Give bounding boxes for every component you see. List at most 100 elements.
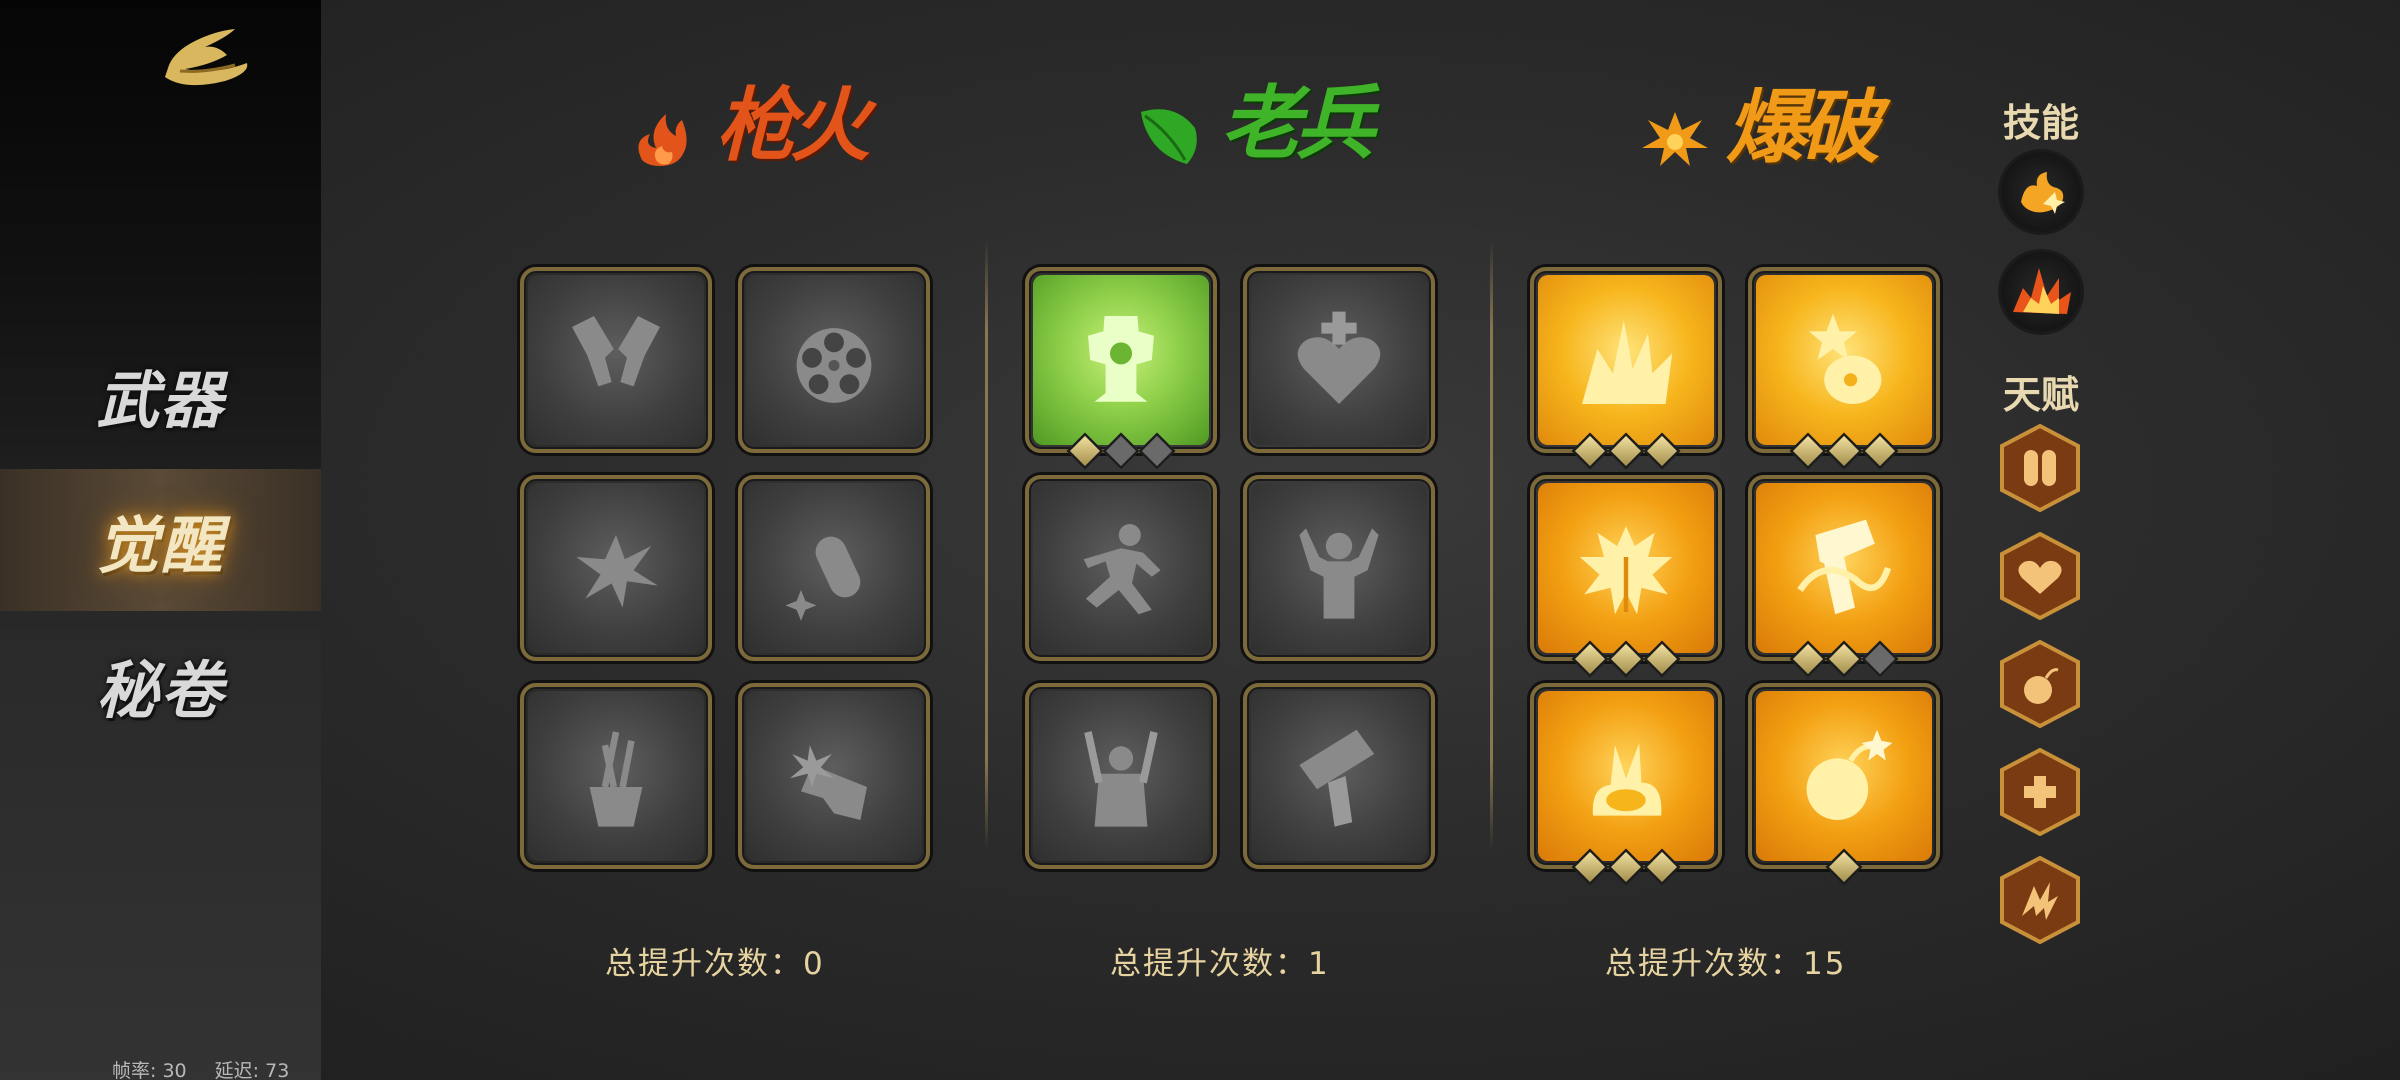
skill-card-demolition-4[interactable] bbox=[1748, 475, 1940, 678]
heart-badge-icon bbox=[2000, 531, 2080, 621]
talent-slot-5[interactable] bbox=[2000, 855, 2080, 945]
class-title-demolition: 爆破 bbox=[1726, 80, 1880, 174]
pip-filled bbox=[1861, 432, 1899, 470]
nav-item-label: 武器 bbox=[96, 364, 225, 437]
blade-soldier-icon bbox=[1084, 731, 1158, 827]
fps-readout: 帧率: 30 bbox=[112, 1060, 187, 1080]
skill-slot-1[interactable] bbox=[2001, 152, 2081, 232]
class-header-veteran: 老兵 bbox=[1135, 76, 1375, 170]
class-header-demolition: 爆破 bbox=[1640, 80, 1880, 174]
pip-filled bbox=[1607, 848, 1645, 886]
skill-card-veteran-2[interactable] bbox=[1243, 267, 1435, 453]
skill-card-demolition-2[interactable] bbox=[1748, 267, 1940, 470]
column-divider bbox=[1490, 240, 1493, 850]
latency-readout: 延迟: 73 bbox=[214, 1060, 290, 1080]
skill-card-gunfire-6[interactable] bbox=[738, 683, 930, 869]
skills-heading: 技能 bbox=[2002, 101, 2079, 145]
skill-card-veteran-5[interactable] bbox=[1025, 683, 1217, 869]
pip-filled bbox=[1643, 640, 1681, 678]
rocket-launcher-icon bbox=[1299, 729, 1375, 827]
big-explosion-icon bbox=[1582, 320, 1673, 404]
pip-filled bbox=[1571, 848, 1609, 886]
pip-filled bbox=[1066, 432, 1104, 470]
flame-icon bbox=[638, 114, 687, 166]
talent-slot-1[interactable] bbox=[2000, 423, 2080, 513]
pip-filled bbox=[1571, 432, 1609, 470]
upgrade-pips bbox=[1534, 640, 1718, 678]
shotgun-blast-icon bbox=[790, 745, 867, 820]
pip-filled bbox=[1825, 640, 1863, 678]
pip-empty bbox=[1102, 432, 1140, 470]
pip-filled bbox=[1643, 432, 1681, 470]
head-explosion-icon bbox=[1579, 526, 1673, 615]
bullet-burst-icon bbox=[576, 535, 658, 608]
heart-cross-icon bbox=[1297, 311, 1381, 404]
skill-card-demolition-3[interactable] bbox=[1530, 475, 1722, 678]
dual-pistols-icon bbox=[572, 316, 660, 387]
pip-filled bbox=[1571, 640, 1609, 678]
upgrade-pips bbox=[1029, 432, 1213, 470]
skill-slot-2[interactable] bbox=[2001, 252, 2081, 332]
enraged-soldier-icon bbox=[1299, 528, 1379, 619]
lightning-icon bbox=[2000, 855, 2080, 945]
skill-card-demolition-1[interactable] bbox=[1530, 267, 1722, 470]
pip-filled bbox=[1789, 640, 1827, 678]
class-title-veteran: 老兵 bbox=[1221, 76, 1375, 170]
upgrade-pips bbox=[1752, 848, 1936, 886]
pip-filled bbox=[1607, 640, 1645, 678]
skill-card-gunfire-4[interactable] bbox=[738, 475, 930, 661]
explosion-icon bbox=[1642, 112, 1708, 166]
column-divider bbox=[985, 240, 988, 850]
armor-figure-icon bbox=[1088, 316, 1154, 402]
sprinting-soldier-icon bbox=[1083, 524, 1161, 615]
total-upgrades-veteran: 总提升次数：1 bbox=[1110, 946, 1330, 982]
fire-explosion-icon bbox=[2013, 268, 2071, 314]
nav-item-label: 秘卷 bbox=[96, 654, 225, 727]
bullet-sparkle-icon bbox=[785, 536, 861, 621]
bomb-spark-icon bbox=[1806, 729, 1893, 820]
skill-card-gunfire-5[interactable] bbox=[520, 683, 712, 869]
nav-item-awaken[interactable]: 觉醒 bbox=[0, 469, 321, 611]
detonator-gun-icon bbox=[1797, 519, 1892, 615]
nav-item-label: 觉醒 bbox=[96, 509, 225, 582]
skill-card-gunfire-1[interactable] bbox=[520, 267, 712, 453]
skill-card-veteran-6[interactable] bbox=[1243, 683, 1435, 869]
upgrade-pips bbox=[1752, 432, 1936, 470]
grenade-star-icon bbox=[1808, 313, 1882, 404]
class-title-gunfire: 枪火 bbox=[716, 78, 870, 172]
game-logo-icon bbox=[165, 29, 248, 86]
upgrade-pips bbox=[1752, 640, 1936, 678]
skill-card-veteran-4[interactable] bbox=[1243, 475, 1435, 661]
skill-card-demolition-5[interactable] bbox=[1530, 683, 1722, 886]
nav-item-weapons[interactable]: 武器 bbox=[0, 324, 321, 466]
upgrade-pips bbox=[1534, 848, 1718, 886]
pip-empty bbox=[1861, 640, 1899, 678]
talent-slot-2[interactable] bbox=[2000, 531, 2080, 621]
performance-status: 帧率: 30 延迟: 73 bbox=[112, 1056, 311, 1080]
bomb-icon bbox=[2000, 639, 2080, 729]
total-upgrades-demolition: 总提升次数：15 bbox=[1605, 946, 1847, 982]
total-upgrades-gunfire: 总提升次数：0 bbox=[605, 946, 825, 982]
nav-item-secret-scroll[interactable]: 秘卷 bbox=[0, 614, 321, 756]
medkit-icon bbox=[2000, 747, 2080, 837]
pip-empty bbox=[1138, 432, 1176, 470]
class-header-gunfire: 枪火 bbox=[630, 78, 870, 172]
revolver-cylinder-icon bbox=[796, 328, 872, 403]
skill-card-demolition-6[interactable] bbox=[1748, 683, 1940, 886]
skill-card-veteran-1[interactable] bbox=[1025, 267, 1217, 470]
pip-filled bbox=[1643, 848, 1681, 886]
upgrade-pips bbox=[1534, 432, 1718, 470]
pip-filled bbox=[1789, 432, 1827, 470]
pip-filled bbox=[1825, 432, 1863, 470]
quiver-arrows-icon bbox=[589, 731, 643, 827]
talent-slot-4[interactable] bbox=[2000, 747, 2080, 837]
sidebar: 武器 觉醒 秘卷 帧率: 30 延迟: 73 bbox=[0, 0, 321, 1080]
skill-card-gunfire-3[interactable] bbox=[520, 475, 712, 661]
skill-card-gunfire-2[interactable] bbox=[738, 267, 930, 453]
pip-filled bbox=[1607, 432, 1645, 470]
talent-slot-3[interactable] bbox=[2000, 639, 2080, 729]
skill-card-veteran-3[interactable] bbox=[1025, 475, 1217, 661]
leaf-icon bbox=[1141, 109, 1197, 164]
spark-burst-icon bbox=[2021, 172, 2065, 214]
talents-heading: 天赋 bbox=[2002, 373, 2079, 417]
